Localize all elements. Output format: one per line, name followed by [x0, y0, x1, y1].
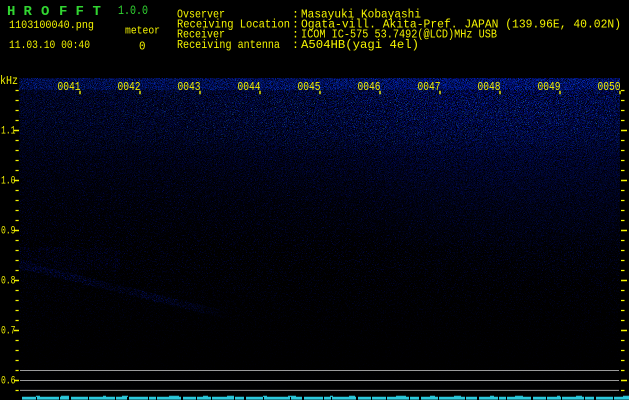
svg-text:0.7: 0.7 — [1, 326, 16, 338]
svg-text:F: F — [76, 4, 84, 20]
svg-text:0044: 0044 — [238, 80, 261, 94]
svg-text:0045: 0045 — [298, 80, 321, 94]
svg-text:1103100040.png: 1103100040.png — [9, 20, 94, 32]
svg-text:0043: 0043 — [178, 80, 201, 94]
svg-text:0041: 0041 — [58, 80, 81, 94]
svg-text:R: R — [24, 4, 33, 20]
svg-text:kHz: kHz — [0, 74, 18, 88]
svg-text:1.1: 1.1 — [1, 126, 16, 138]
svg-text:0047: 0047 — [418, 80, 441, 94]
svg-text:0.8: 0.8 — [1, 276, 16, 288]
svg-text:0049: 0049 — [538, 80, 561, 94]
svg-text::: : — [292, 39, 299, 52]
svg-text:0046: 0046 — [358, 80, 381, 94]
svg-text:Receiving antenna: Receiving antenna — [177, 39, 280, 52]
svg-text:0.9: 0.9 — [1, 226, 16, 238]
svg-text:T: T — [93, 4, 101, 20]
svg-text:0.6: 0.6 — [1, 376, 16, 388]
svg-text:0: 0 — [139, 39, 146, 53]
svg-text:F: F — [59, 4, 67, 20]
svg-text:0048: 0048 — [478, 80, 501, 94]
svg-text:meteor: meteor — [125, 26, 160, 38]
svg-text:11.03.10 00:40: 11.03.10 00:40 — [9, 40, 90, 52]
svg-text:0050: 0050 — [598, 80, 621, 94]
svg-text:A504HB(yagi 4el): A504HB(yagi 4el) — [301, 39, 419, 52]
svg-text:1.0: 1.0 — [1, 176, 16, 188]
svg-text:1.0.0: 1.0.0 — [118, 3, 148, 18]
svg-text:O: O — [41, 4, 49, 20]
svg-text:H: H — [7, 4, 15, 20]
svg-text:0042: 0042 — [118, 80, 141, 94]
